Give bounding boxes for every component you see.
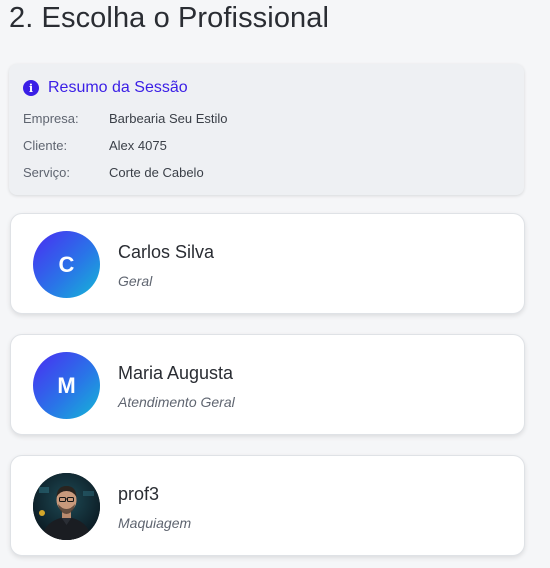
page-title: 2. Escolha o Profissional [9,2,330,34]
summary-value: Alex 4075 [109,138,167,153]
info-icon: i [23,80,39,96]
professional-role: Geral [118,273,153,289]
summary-row-servico: Serviço: Corte de Cabelo [23,165,204,180]
avatar-initial: M [57,372,76,398]
summary-row-empresa: Empresa: Barbearia Seu Estilo [23,111,228,126]
professional-name: Maria Augusta [118,363,234,383]
summary-title: Resumo da Sessão [48,79,188,96]
professional-card-carlos[interactable]: C Carlos Silva Geral [10,213,525,314]
summary-value: Corte de Cabelo [109,165,204,180]
professional-card-prof3[interactable]: prof3 Maquiagem [10,455,525,556]
professional-name: Carlos Silva [118,242,215,262]
summary-header: i Resumo da Sessão [23,79,188,97]
summary-label: Serviço: [23,165,70,180]
avatar: M [33,352,100,419]
professional-role: Maquiagem [118,515,192,531]
professional-role: Atendimento Geral [118,394,235,410]
session-summary: i Resumo da Sessão Empresa: Barbearia Se… [9,64,524,195]
avatar-initial: C [58,251,75,277]
summary-label: Empresa: [23,111,79,126]
professional-card-maria[interactable]: M Maria Augusta Atendimento Geral [10,334,525,435]
professional-name: prof3 [118,484,160,504]
person-photo-icon [33,473,100,540]
avatar-photo [33,473,100,540]
summary-row-cliente: Cliente: Alex 4075 [23,138,167,153]
avatar: C [33,231,100,298]
summary-label: Cliente: [23,138,68,153]
summary-value: Barbearia Seu Estilo [109,111,228,126]
